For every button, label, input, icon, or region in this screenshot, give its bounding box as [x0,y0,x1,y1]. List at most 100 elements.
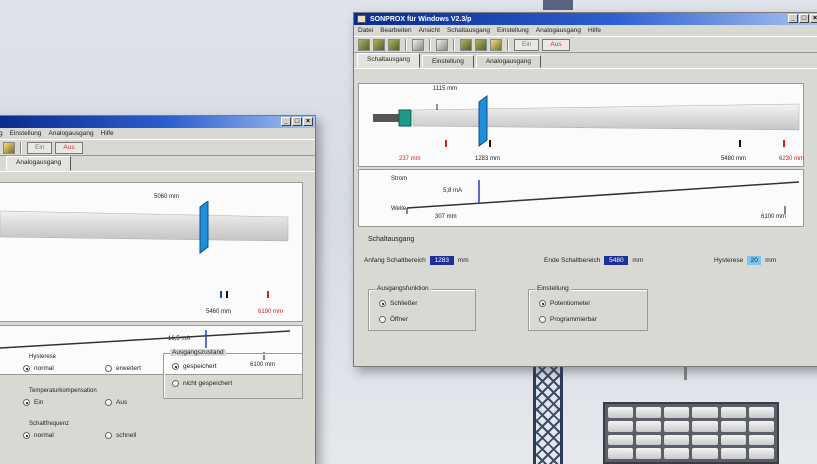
menu-bearbeiten[interactable]: Bearbeiten [380,27,411,34]
ende-label: Ende Schaltbereich [544,257,601,264]
toolbar-separator [453,38,455,51]
main-menubar: Datei Bearbeiten Ansicht Schaltausgang E… [354,25,817,36]
current-value-label: 16,5 mA [168,336,191,342]
back-window-titlebar: _ □ × [0,116,315,128]
menu-ansicht[interactable]: Ansicht [419,27,440,34]
tab-analogausgang[interactable]: Analogausgang [475,55,542,68]
menu-einstellung[interactable]: Einstellung [10,130,42,137]
help-icon[interactable] [490,38,502,51]
end-marker [739,140,741,147]
minimize-button[interactable]: _ [281,117,291,126]
tab-einstellung[interactable]: Einstellung [422,55,474,68]
maximize-button[interactable]: □ [292,117,302,126]
menu-schaltausgang[interactable]: Schaltausgang [447,27,490,34]
end-label: 5480 mm [721,156,747,162]
top-distance-label: 5060 mm [154,194,180,200]
graph-x-left-label: 307 mm [435,214,457,220]
app-icon [357,15,366,23]
back-tabs: Analogausgang [0,156,315,172]
tab-analogausgang[interactable]: Analogausgang [6,156,72,171]
background-crane [533,352,563,464]
gespeichert-radio[interactable]: gespeichert [172,363,217,370]
save-icon[interactable] [373,38,385,51]
hysterese-title: Hysterese [29,354,57,360]
ende-value[interactable]: 5480 [604,256,629,265]
nicht-gespeichert-radio[interactable]: nicht gespeichert [172,380,232,387]
background-rack [603,402,779,464]
ende-schaltbereich-field: Ende Schaltbereich 5480 mm [544,256,643,265]
graph-x-right-label: 6100 mm [761,214,787,220]
blue-position-marker [489,140,491,147]
background-object [543,0,573,10]
ausgangsfunktion-title: Ausgangsfunktion [375,285,431,292]
tab-schaltausgang[interactable]: Schaltausgang [357,53,421,68]
schaltfrequenz-title: Schaltfrequenz [29,421,70,427]
left-red-marker [445,140,447,147]
oeffner-radio[interactable]: Öffner [379,316,408,323]
programmierbar-radio[interactable]: Programmierbar [539,316,597,323]
menu-analogausgang[interactable]: Analogausgang [48,130,93,137]
back-window: _ □ × g Einstellung Analogausgang Hilfe … [0,115,316,464]
end-marker [226,291,228,298]
close-button[interactable]: × [810,14,817,23]
ein-button[interactable]: Ein [514,38,540,51]
main-tabs: Schaltausgang Einstellung Analogausgang [354,53,817,69]
window-title: SONPROX für Windows V2.3/p [370,15,472,23]
back-menubar: g Einstellung Analogausgang Hilfe [0,128,315,139]
blue-position-label: 1283 mm [475,156,501,162]
end-distance-label: 5460 mm [206,309,232,315]
ende-unit: mm [632,257,644,264]
schaltfrequenz-schnell-radio[interactable]: schnell [105,432,136,439]
toolbar-separator [20,141,22,154]
hysterese-field: Hysterese 20 mm [714,256,776,265]
menu-hilfe[interactable]: Hilfe [588,27,601,34]
right-red-marker [783,140,785,147]
temperatur-aus-radio[interactable]: Aus [105,399,127,406]
schaltausgang-section-title: Schaltausgang [368,236,415,243]
anfang-value[interactable]: 1283 [429,256,454,265]
aus-button[interactable]: Aus [542,38,570,51]
red-distance-label: 6190 mm [258,309,284,315]
hysterese-group: Hysterese normal erweitert [9,354,157,384]
temperatur-ein-radio[interactable]: Ein [23,399,43,406]
maximize-button[interactable]: □ [799,14,809,23]
schliesser-radio[interactable]: Schließer [379,300,417,307]
current-graph-panel: Strom Weite 5,8 mA 307 mm 6100 mm [358,169,804,227]
ausgangszustand-group: Ausgangszustand gespeichert nicht gespei… [163,349,303,399]
read-icon[interactable] [436,38,448,51]
schaltfrequenz-group: Schaltfrequenz normal schnell [9,421,157,451]
hysterese-unit: mm [765,257,777,264]
menu-item[interactable]: g [0,130,3,137]
einstellung-group: Einstellung Potentiometer Programmierbar [528,285,648,331]
hysterese-erweitert-radio[interactable]: erweitert [105,365,141,372]
menu-hilfe[interactable]: Hilfe [101,130,114,137]
hysterese-normal-radio[interactable]: normal [23,365,54,372]
minimize-button[interactable]: _ [788,14,798,23]
ausgangsfunktion-group: Ausgangsfunktion Schließer Öffner [368,285,476,331]
print-icon[interactable] [412,38,424,51]
toolbar-separator [405,38,407,51]
hysterese-label: Hysterese [714,257,744,264]
blue-marker [220,291,222,298]
menu-einstellung[interactable]: Einstellung [497,27,529,34]
close-button[interactable]: × [303,117,313,126]
sensor-diagram-panel: 1115 mm 237 mm 1283 mm 5480 mm 6230 mm [358,83,804,167]
current-value-label: 5,8 mA [443,188,463,194]
schaltfrequenz-normal-radio[interactable]: normal [23,432,54,439]
aus-button[interactable]: Aus [55,141,83,154]
temperatur-group: Temperaturkompensation Ein Aus [9,388,157,418]
save-as-icon[interactable] [388,38,400,51]
menu-analogausgang[interactable]: Analogausgang [536,27,581,34]
new-icon[interactable] [358,38,370,51]
sensor-beam [0,201,289,254]
download-icon[interactable] [475,38,487,51]
help-icon[interactable] [3,141,15,154]
current-graph [406,180,800,214]
temperatur-title: Temperaturkompensation [29,388,97,394]
menu-datei[interactable]: Datei [358,27,373,34]
back-toolbar: Ein Aus [0,139,315,156]
potentiometer-radio[interactable]: Potentiometer [539,300,590,307]
hysterese-value[interactable]: 20 [747,256,762,265]
upload-icon[interactable] [460,38,472,51]
ein-button[interactable]: Ein [27,141,53,154]
